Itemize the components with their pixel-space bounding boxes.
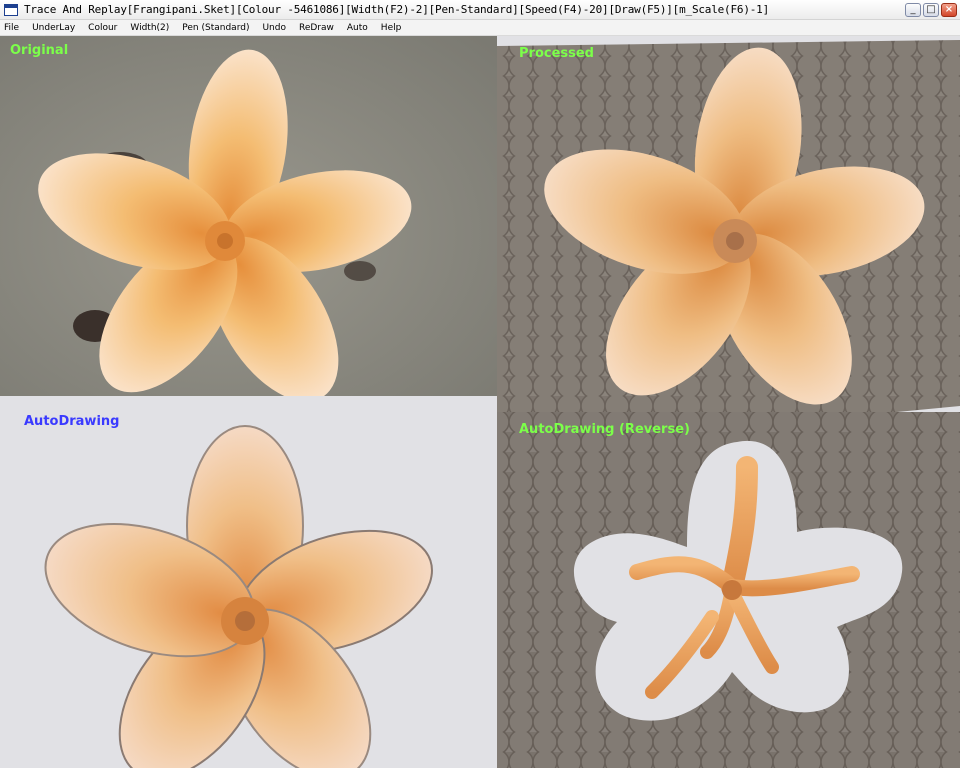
autodrawing-reverse-image	[497, 412, 960, 768]
window-icon[interactable]	[4, 3, 18, 16]
autodrawing-image	[0, 396, 497, 768]
menu-redraw[interactable]: ReDraw	[299, 23, 334, 33]
menu-undo[interactable]: Undo	[262, 23, 286, 33]
app-window: Trace And Replay[Frangipani.Sket][Colour…	[0, 0, 960, 768]
close-button[interactable]: ×	[941, 2, 957, 17]
menu-underlay[interactable]: UnderLay	[32, 23, 75, 33]
menu-auto[interactable]: Auto	[347, 23, 368, 33]
panel-autodrawing[interactable]: AutoDrawing	[0, 396, 497, 768]
panel-processed[interactable]: Processed	[497, 36, 960, 412]
processed-image	[497, 36, 960, 412]
menu-file[interactable]: File	[4, 23, 19, 33]
panel-label-processed: Processed	[519, 46, 594, 61]
menu-colour[interactable]: Colour	[88, 23, 117, 33]
panel-autodrawing-reverse[interactable]: AutoDrawing (Reverse)	[497, 412, 960, 768]
original-image	[0, 36, 497, 396]
maximize-button[interactable]: □	[923, 2, 939, 17]
menu-width[interactable]: Width(2)	[130, 23, 169, 33]
menu-bar: File UnderLay Colour Width(2) Pen (Stand…	[0, 20, 960, 36]
panel-original[interactable]: Original	[0, 36, 497, 396]
window-title: Trace And Replay[Frangipani.Sket][Colour…	[24, 3, 770, 16]
menu-pen[interactable]: Pen (Standard)	[182, 23, 249, 33]
title-bar[interactable]: Trace And Replay[Frangipani.Sket][Colour…	[0, 0, 960, 20]
panel-label-original: Original	[10, 43, 69, 58]
panel-label-autodrawing: AutoDrawing	[24, 414, 120, 429]
menu-help[interactable]: Help	[381, 23, 402, 33]
panel-label-reverse: AutoDrawing (Reverse)	[519, 422, 690, 437]
minimize-button[interactable]: _	[905, 2, 921, 17]
window-controls: _ □ ×	[905, 2, 957, 17]
